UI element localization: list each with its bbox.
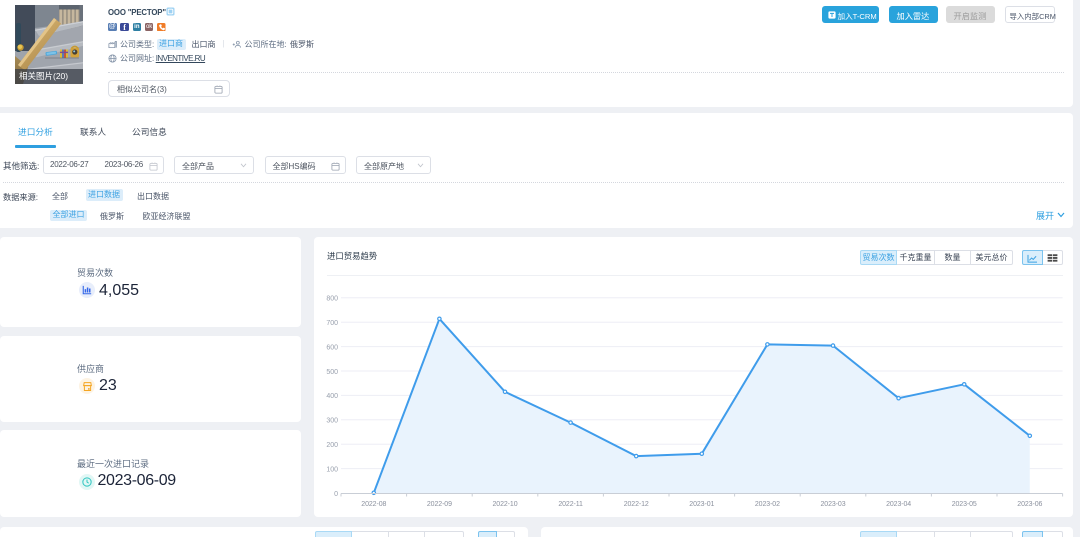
svg-text:2022-08: 2022-08 xyxy=(361,501,386,508)
svg-text:600: 600 xyxy=(326,344,338,351)
svg-text:500: 500 xyxy=(326,369,338,376)
svg-text:2022-09: 2022-09 xyxy=(427,501,452,508)
svg-text:2023-03: 2023-03 xyxy=(821,501,846,508)
svg-text:2022-10: 2022-10 xyxy=(493,501,518,508)
svg-text:2023-02: 2023-02 xyxy=(755,501,780,508)
svg-text:2023-04: 2023-04 xyxy=(886,501,911,508)
svg-text:100: 100 xyxy=(326,466,338,473)
svg-text:700: 700 xyxy=(326,320,338,327)
svg-text:2022-11: 2022-11 xyxy=(558,501,583,508)
svg-text:0: 0 xyxy=(334,491,338,498)
svg-text:200: 200 xyxy=(326,442,338,449)
svg-text:300: 300 xyxy=(326,418,338,425)
svg-text:2023-05: 2023-05 xyxy=(952,501,977,508)
svg-text:2023-06: 2023-06 xyxy=(1017,501,1042,508)
svg-text:800: 800 xyxy=(326,296,338,303)
svg-text:400: 400 xyxy=(326,393,338,400)
svg-text:2022-12: 2022-12 xyxy=(624,501,649,508)
svg-text:2023-01: 2023-01 xyxy=(689,501,714,508)
